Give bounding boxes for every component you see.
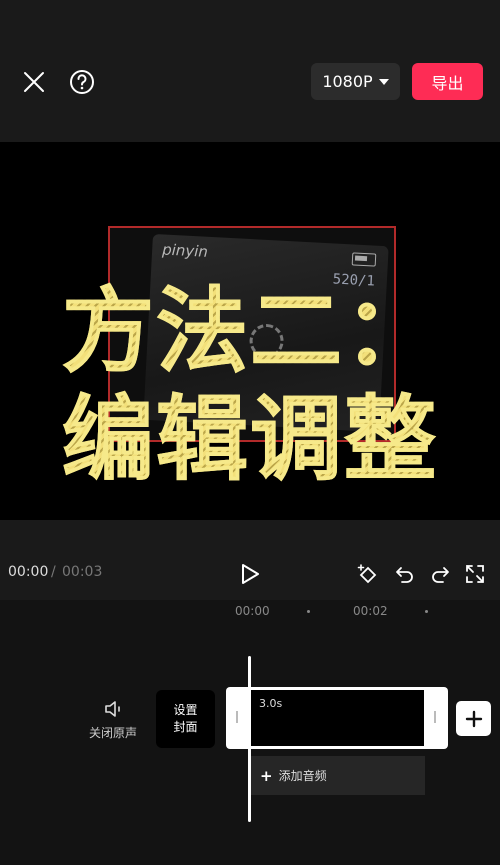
ruler-dot bbox=[307, 610, 310, 613]
preview-title-line1: 方法二： bbox=[0, 283, 500, 380]
resolution-dropdown[interactable]: 1080P bbox=[311, 63, 400, 100]
mute-original-sound-label[interactable]: 关闭原声 bbox=[89, 724, 137, 741]
clip-right-handle[interactable] bbox=[434, 711, 436, 723]
preview-title-line2: 编辑调整 bbox=[0, 391, 500, 488]
redo-icon[interactable] bbox=[427, 561, 453, 587]
ruler-tick: 00:00 bbox=[235, 604, 270, 618]
undo-icon[interactable] bbox=[392, 561, 418, 587]
speaker-icon[interactable] bbox=[102, 698, 126, 720]
add-clip-button[interactable] bbox=[456, 701, 491, 736]
battery-icon bbox=[351, 252, 377, 267]
add-audio-label: 添加音频 bbox=[278, 769, 327, 783]
ruler-tick: 00:02 bbox=[353, 604, 388, 618]
keyframe-icon[interactable] bbox=[355, 561, 381, 587]
add-audio-button[interactable]: + 添加音频 bbox=[250, 756, 425, 795]
cover-label-line2: 封面 bbox=[173, 720, 198, 734]
fullscreen-icon[interactable] bbox=[462, 561, 488, 587]
playhead[interactable] bbox=[248, 656, 251, 822]
phone-app-text: pinyin bbox=[161, 240, 209, 261]
clip-left-handle[interactable] bbox=[236, 711, 238, 723]
time-separator: / bbox=[51, 564, 56, 580]
resolution-label: 1080P bbox=[322, 72, 373, 91]
close-icon[interactable] bbox=[18, 66, 50, 98]
play-icon[interactable] bbox=[236, 560, 264, 588]
set-cover-button[interactable]: 设置 封面 bbox=[156, 690, 215, 748]
plus-icon bbox=[465, 710, 482, 727]
help-icon[interactable] bbox=[66, 66, 98, 98]
chevron-down-icon bbox=[378, 78, 389, 85]
export-button[interactable]: 导出 bbox=[412, 63, 483, 100]
clip-duration: 3.0s bbox=[259, 697, 283, 710]
current-time: 00:00 bbox=[8, 564, 49, 580]
total-time: 00:03 bbox=[62, 564, 103, 580]
plus-icon: + bbox=[260, 766, 273, 785]
cover-label-line1: 设置 bbox=[173, 703, 198, 717]
ruler-dot bbox=[425, 610, 428, 613]
